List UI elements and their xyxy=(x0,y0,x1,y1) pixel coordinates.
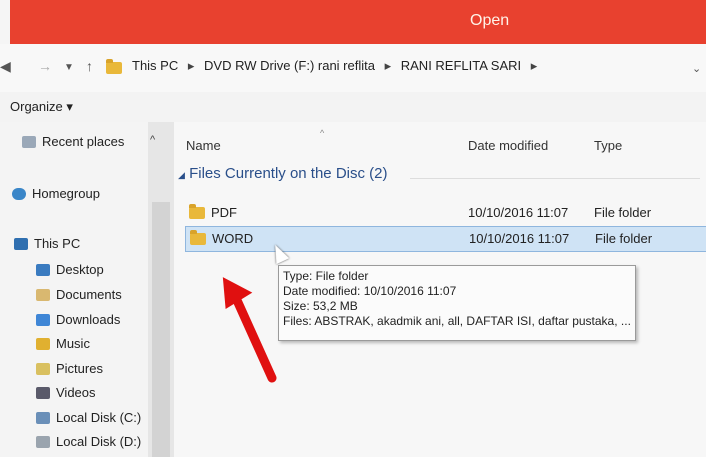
nav-item-label: Documents xyxy=(56,287,122,302)
nav-item-desktop[interactable]: Desktop xyxy=(36,262,104,277)
folder-icon xyxy=(189,203,205,219)
documents-icon xyxy=(36,288,50,301)
nav-item-label: Music xyxy=(56,336,90,351)
downloads-icon xyxy=(36,313,50,326)
drive-icon xyxy=(36,435,50,448)
breadcrumb[interactable]: This PC ▸ DVD RW Drive (F:) rani reflita… xyxy=(132,58,543,74)
title-bar: Open xyxy=(10,0,706,44)
breadcrumb-folder[interactable]: RANI REFLITA SARI xyxy=(401,58,521,73)
chevron-down-icon[interactable]: ⌄ xyxy=(692,62,701,75)
nav-item-local-disk-d[interactable]: Local Disk (D:) xyxy=(36,434,141,449)
folder-icon xyxy=(190,229,206,245)
chevron-right-icon: ▸ xyxy=(384,58,392,73)
nav-item-label: Recent places xyxy=(42,134,125,149)
file-row-pdf[interactable]: PDF 10/10/2016 11:07 File folder xyxy=(185,201,706,225)
tooltip-type: Type: File folder xyxy=(283,269,369,283)
nav-item-local-disk-c[interactable]: Local Disk (C:) xyxy=(36,410,141,425)
group-divider xyxy=(410,178,700,179)
file-row-word[interactable]: WORD 10/10/2016 11:07 File folder xyxy=(185,226,706,252)
nav-item-pictures[interactable]: Pictures xyxy=(36,361,103,376)
file-name: WORD xyxy=(212,231,254,246)
annotation-arrow-icon xyxy=(222,277,277,383)
tooltip-date: Date modified: 10/10/2016 11:07 xyxy=(283,284,457,298)
computer-icon xyxy=(14,237,28,250)
sort-arrow-icon: ^ xyxy=(320,128,325,138)
file-type: File folder xyxy=(595,231,653,246)
group-label: Files Currently on the Disc (2) xyxy=(189,165,388,182)
nav-item-downloads[interactable]: Downloads xyxy=(36,312,120,327)
back-icon[interactable]: ◀ xyxy=(0,58,11,75)
chevron-right-icon: ▸ xyxy=(530,58,538,73)
open-dialog: Open ◀ → ▼ ↑ This PC ▸ DVD RW Drive (F:)… xyxy=(0,0,706,457)
group-header[interactable]: ◢ Files Currently on the Disc (2) xyxy=(178,165,388,182)
navigation-pane: Recent places Homegroup This PC Desktop … xyxy=(0,122,148,457)
window-title: Open xyxy=(470,12,510,29)
tooltip-size: Size: 53,2 MB xyxy=(283,299,358,313)
recent-locations-icon[interactable]: ▼ xyxy=(64,62,74,73)
nav-item-label: Local Disk (C:) xyxy=(56,410,142,425)
breadcrumb-this-pc[interactable]: This PC xyxy=(132,58,178,73)
scroll-up-icon[interactable]: ^ xyxy=(150,134,155,146)
file-name: PDF xyxy=(211,205,237,220)
nav-item-this-pc[interactable]: This PC xyxy=(14,236,80,251)
nav-item-label: Desktop xyxy=(56,262,104,277)
nav-item-label: Videos xyxy=(56,385,96,400)
command-bar: Organize ▾ xyxy=(0,92,706,123)
pictures-icon xyxy=(36,362,50,375)
column-header-date[interactable]: Date modified xyxy=(468,138,548,153)
nav-item-label: Local Disk (D:) xyxy=(56,434,142,449)
address-bar: ◀ → ▼ ↑ This PC ▸ DVD RW Drive (F:) rani… xyxy=(0,44,706,92)
videos-icon xyxy=(36,386,50,399)
nav-item-homegroup[interactable]: Homegroup xyxy=(12,186,100,201)
nav-item-label: Downloads xyxy=(56,312,121,327)
tooltip-files: Files: ABSTRAK, akadmik ani, all, DAFTAR… xyxy=(283,314,631,328)
desktop-icon xyxy=(36,263,50,276)
scrollbar-thumb[interactable] xyxy=(152,202,170,457)
homegroup-icon xyxy=(12,187,26,200)
drive-icon xyxy=(36,411,50,424)
file-date: 10/10/2016 11:07 xyxy=(468,205,569,220)
recent-places-icon xyxy=(22,135,36,148)
file-type: File folder xyxy=(594,205,652,220)
nav-item-label: Homegroup xyxy=(32,186,100,201)
forward-icon[interactable]: → xyxy=(38,58,52,74)
nav-item-music[interactable]: Music xyxy=(36,336,90,351)
music-icon xyxy=(36,337,50,350)
column-header-type[interactable]: Type xyxy=(594,138,622,153)
nav-item-label: This PC xyxy=(34,236,81,251)
nav-item-videos[interactable]: Videos xyxy=(36,385,96,400)
up-icon[interactable]: ↑ xyxy=(86,58,93,74)
folder-icon xyxy=(106,59,122,74)
file-date: 10/10/2016 11:07 xyxy=(469,231,570,246)
nav-item-label: Pictures xyxy=(56,361,103,376)
chevron-right-icon: ▸ xyxy=(187,58,195,73)
folder-tooltip: Type: File folder Date modified: 10/10/2… xyxy=(278,265,636,341)
nav-item-recent-places[interactable]: Recent places xyxy=(22,134,124,149)
collapse-icon[interactable]: ◢ xyxy=(178,170,185,180)
breadcrumb-dvd-drive[interactable]: DVD RW Drive (F:) rani reflita xyxy=(204,58,375,73)
organize-button[interactable]: Organize ▾ xyxy=(10,99,73,115)
column-header-name[interactable]: Name xyxy=(186,138,221,153)
nav-item-documents[interactable]: Documents xyxy=(36,287,122,302)
nav-pane-scrollbar[interactable]: ^ xyxy=(148,122,174,457)
